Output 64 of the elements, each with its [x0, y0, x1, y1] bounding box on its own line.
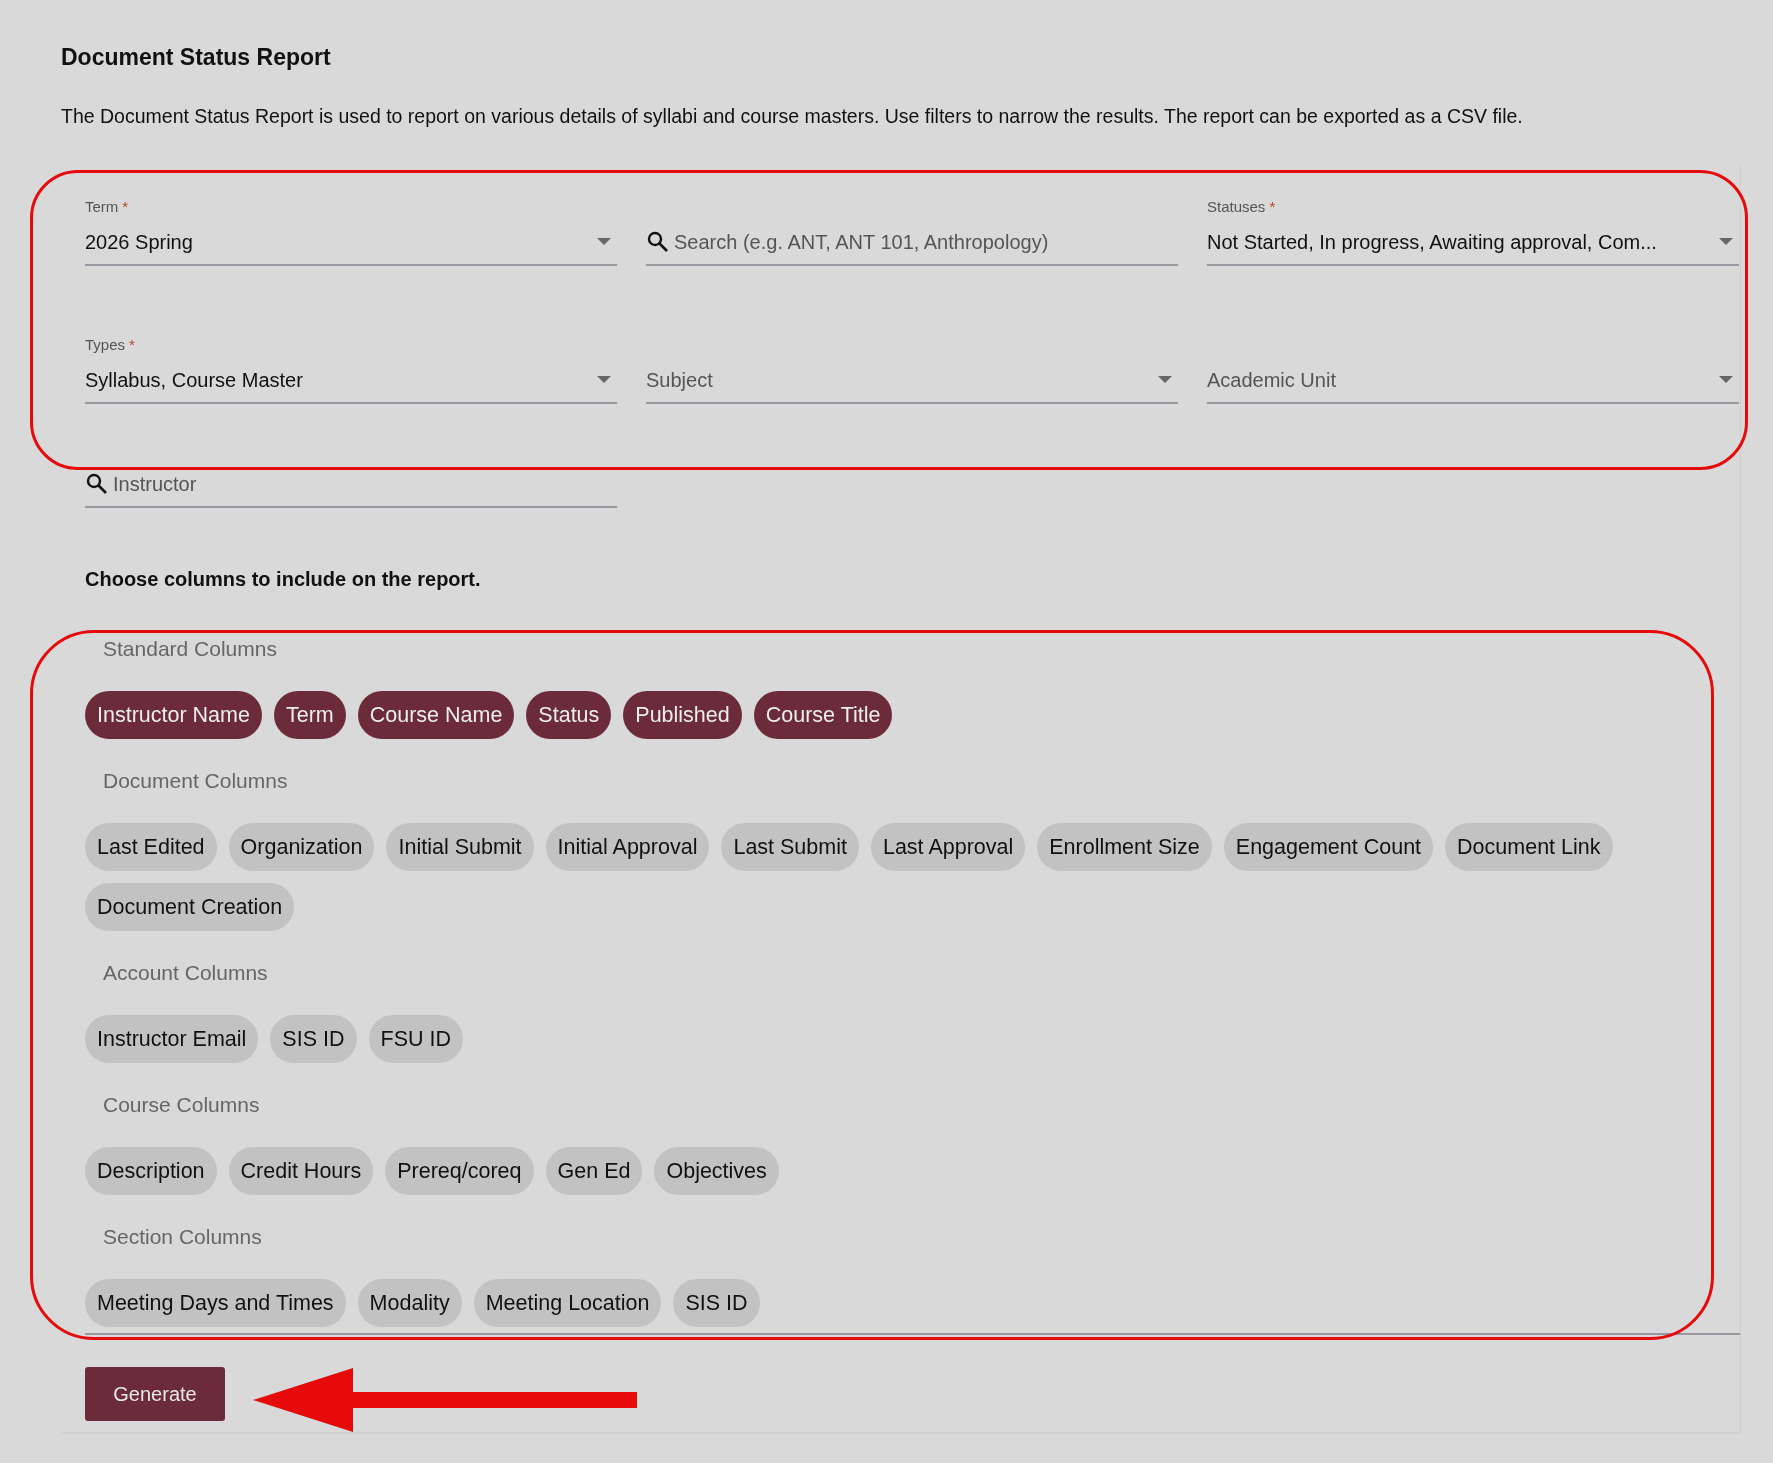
column-chip[interactable]: Objectives [654, 1147, 779, 1195]
caret-icon [1719, 376, 1733, 384]
search-icon [85, 472, 109, 496]
column-chip[interactable]: Last Edited [85, 823, 217, 871]
column-chip[interactable]: Organization [228, 823, 375, 871]
field-value: Not Started, In progress, Awaiting approval, Com... [1207, 230, 1658, 254]
select-field[interactable]: Academic Unit [1207, 336, 1739, 404]
column-chip[interactable]: SIS ID [270, 1015, 357, 1063]
column-chip[interactable]: Last Approval [870, 823, 1026, 871]
search-field[interactable]: Instructor [85, 440, 617, 508]
group-heading: Account Columns [102, 961, 269, 986]
column-chip[interactable]: Engagement Count [1223, 823, 1434, 871]
caret-icon [597, 238, 611, 246]
group-heading: Section Columns [102, 1225, 263, 1250]
column-chip[interactable]: Course Title [753, 691, 893, 739]
page-title: Document Status Report [61, 44, 332, 71]
field-label: Types [85, 336, 126, 355]
column-chip[interactable]: Gen Ed [545, 1147, 643, 1195]
field-placeholder: Instructor [113, 472, 198, 496]
column-chip[interactable]: Document Creation [85, 883, 295, 931]
field-value: Syllabus, Course Master [85, 368, 304, 392]
column-chip[interactable]: Meeting Days and Times [85, 1279, 346, 1327]
field-placeholder: Search (e.g. ANT, ANT 101, Anthropology) [674, 230, 1050, 254]
required-mark: * [129, 336, 135, 355]
column-chip[interactable]: Modality [357, 1279, 462, 1327]
select-field[interactable]: Subject [646, 336, 1178, 404]
column-chip[interactable]: Last Submit [721, 823, 859, 871]
caret-icon [1158, 376, 1172, 384]
field-placeholder: Academic Unit [1207, 368, 1337, 392]
select-field[interactable]: Term * 2026 Spring [85, 198, 617, 266]
caret-icon [1719, 238, 1733, 246]
required-mark: * [122, 198, 129, 217]
field-placeholder: Subject [646, 368, 714, 392]
column-chip[interactable]: Initial Approval [545, 823, 710, 871]
caret-icon [597, 376, 611, 384]
group-heading: Course Columns [102, 1093, 261, 1118]
select-field[interactable]: Types * Syllabus, Course Master [85, 336, 617, 404]
group-heading: Standard Columns [102, 637, 278, 662]
required-mark: * [1269, 198, 1276, 217]
column-chip[interactable]: Enrollment Size [1037, 823, 1212, 871]
column-chip[interactable]: Prereq/coreq [385, 1147, 534, 1195]
field-label: Statuses [1207, 198, 1266, 217]
column-chip[interactable]: Initial Submit [386, 823, 534, 871]
column-chip[interactable]: Description [85, 1147, 217, 1195]
group-heading: Document Columns [102, 769, 289, 794]
column-chip[interactable]: Document Link [1445, 823, 1613, 871]
search-icon [646, 230, 670, 254]
field-value: 2026 Spring [85, 230, 194, 254]
generate-button[interactable]: Generate [85, 1367, 225, 1421]
column-chip[interactable]: Credit Hours [228, 1147, 374, 1195]
column-chip[interactable]: Course Name [357, 691, 515, 739]
column-chip[interactable]: Status [526, 691, 612, 739]
columns-prompt: Choose columns to include on the report. [85, 568, 482, 591]
column-chip[interactable]: Published [623, 691, 742, 739]
select-field[interactable]: Statuses * Not Started, In progress, Awaiting approval, Com... [1207, 198, 1739, 266]
page-description: The Document Status Report is used to report on various details of syllabi and course masters. Use filters to narrow the results. The report can be exported as a CSV file. [61, 105, 1524, 128]
column-chip[interactable]: Instructor Name [85, 691, 262, 739]
field-label: Term [85, 198, 119, 217]
column-chip[interactable]: FSU ID [368, 1015, 463, 1063]
column-chip[interactable]: Meeting Location [473, 1279, 662, 1327]
search-field[interactable]: Search (e.g. ANT, ANT 101, Anthropology) [646, 198, 1178, 266]
column-chip[interactable]: Instructor Email [85, 1015, 259, 1063]
column-chip[interactable]: SIS ID [673, 1279, 760, 1327]
column-chip[interactable]: Term [273, 691, 346, 739]
